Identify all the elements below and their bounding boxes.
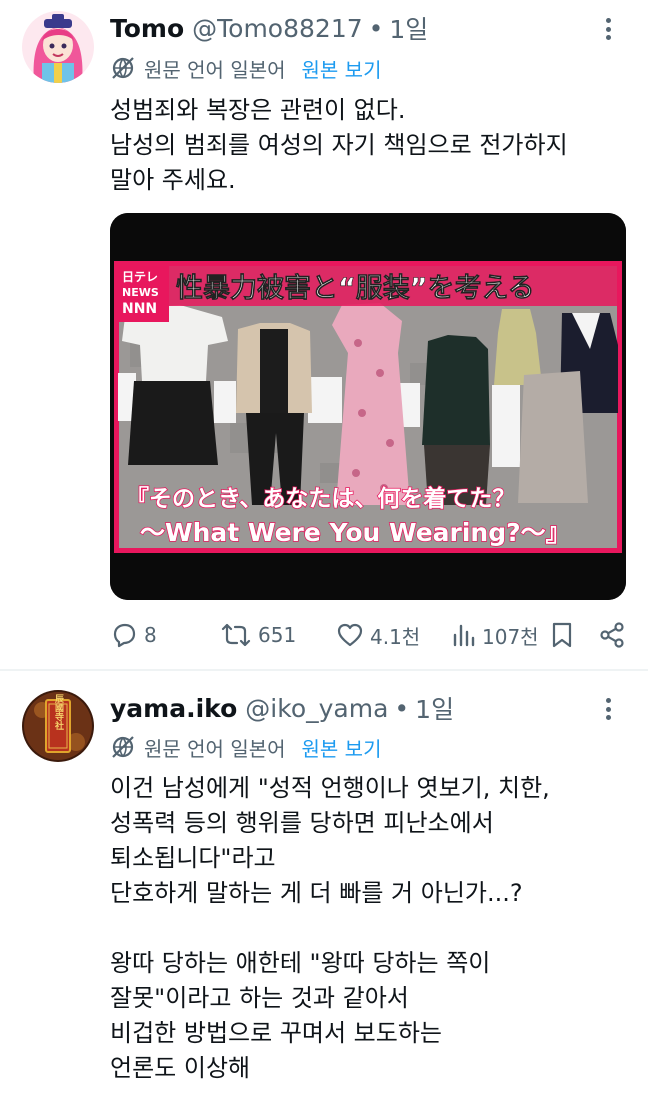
tweet-text-line: 성범죄와 복장은 관련이 없다. (110, 96, 406, 124)
timestamp[interactable]: 1일 (389, 10, 428, 46)
tweet-text-line (110, 911, 630, 946)
display-name[interactable]: Tomo (110, 14, 184, 43)
reply-count: 8 (144, 623, 157, 647)
user-handle[interactable]: @iko_yama (245, 694, 388, 723)
repost-button[interactable]: 651 (220, 618, 296, 652)
globe-slash-icon (112, 57, 134, 79)
views-button[interactable]: 107천 (450, 618, 539, 652)
reply-icon (113, 623, 136, 648)
bookmark-button[interactable] (550, 618, 580, 652)
share-icon (600, 622, 624, 648)
user-handle[interactable]: @Tomo88217 (192, 14, 363, 43)
more-icon[interactable] (596, 694, 620, 724)
tweet-media-image[interactable]: 日テレ NEWS NNN 性暴力被害と“服装”を考える 『そのとき、あなたは、何… (110, 213, 626, 600)
avatar[interactable]: 辰國寺社 (22, 690, 94, 762)
tweet-text-line: 단호하게 말하는 게 더 빠를 거 아닌가...? (110, 879, 523, 907)
news-logo-mid: NEWS (122, 286, 159, 299)
tweet[interactable]: Tomo @Tomo88217 • 1일 원문 언어 일본어 원본 보기 성범죄… (0, 0, 648, 670)
tweet-text-line: 잘못"이라고 하는 것과 같아서 (110, 984, 409, 1012)
avatar[interactable] (22, 11, 94, 83)
tweet-text-line: 왕따 당하는 애한테 "왕따 당하는 쪽이 (110, 949, 491, 977)
tweet-text-line: 비겁한 방법으로 꾸며서 보도하는 (110, 1019, 443, 1047)
tweet-text-line: 이건 남성에게 "성적 언행이나 엿보기, 치한, (110, 774, 550, 802)
repost-icon (221, 623, 251, 647)
like-icon (337, 623, 363, 647)
tweet-text-line: 퇴소됩니다"라고 (110, 844, 276, 872)
tweet-header: Tomo @Tomo88217 • 1일 (110, 10, 428, 46)
views-icon (453, 624, 475, 647)
bookmark-icon (552, 622, 572, 648)
tweet-text-line: 말아 주세요. (110, 166, 236, 194)
separator-dot: • (394, 693, 410, 723)
tweet-header: yama.iko @iko_yama • 1일 (110, 690, 454, 726)
repost-count: 651 (258, 623, 297, 647)
timestamp[interactable]: 1일 (415, 690, 454, 726)
tweet[interactable]: 辰國寺社 yama.iko @iko_yama • 1일 원문 언어 일본어 원… (0, 671, 648, 1095)
view-original-link[interactable]: 원본 보기 (302, 733, 382, 762)
globe-slash-icon (112, 736, 134, 758)
news-caption-line2: 〜What Were You Wearing?〜』 (140, 518, 571, 547)
news-headline: 性暴力被害と“服装”を考える (176, 272, 535, 304)
reply-button[interactable]: 8 (110, 618, 157, 652)
tweet-text: 성범죄와 복장은 관련이 없다. 남성의 범죄를 여성의 자기 책임으로 전가하… (110, 93, 630, 198)
display-name[interactable]: yama.iko (110, 694, 237, 723)
like-count: 4.1천 (370, 624, 421, 649)
share-button[interactable] (598, 618, 632, 652)
tweet-text-line: 언론도 이상해 (110, 1054, 251, 1082)
tweet-text-line: 남성의 범죄를 여성의 자기 책임으로 전가하지 (110, 131, 568, 159)
news-caption-line1: 『そのとき、あなたは、何を着てた？ (126, 485, 515, 512)
source-language-label: 원문 언어 일본어 (144, 736, 286, 761)
source-language-label: 원문 언어 일본어 (144, 57, 286, 82)
translation-notice: 원문 언어 일본어 원본 보기 (110, 732, 381, 762)
like-button[interactable]: 4.1천 (336, 618, 420, 652)
translation-notice: 원문 언어 일본어 원본 보기 (110, 53, 381, 83)
more-icon[interactable] (596, 14, 620, 44)
view-original-link[interactable]: 원본 보기 (302, 54, 382, 83)
tweet-text: 이건 남성에게 "성적 언행이나 엿보기, 치한, 성폭력 등의 행위를 당하면… (110, 771, 630, 1086)
tweet-text-line: 성폭력 등의 행위를 당하면 피난소에서 (110, 809, 494, 837)
news-logo-top: 日テレ (122, 270, 158, 284)
separator-dot: • (368, 13, 384, 43)
avatar-text: 辰國寺社 (53, 694, 65, 731)
tweet-actions: 8 651 4.1천 107천 (110, 618, 630, 652)
view-count: 107천 (482, 624, 539, 649)
news-logo-bottom: NNN (122, 301, 157, 317)
